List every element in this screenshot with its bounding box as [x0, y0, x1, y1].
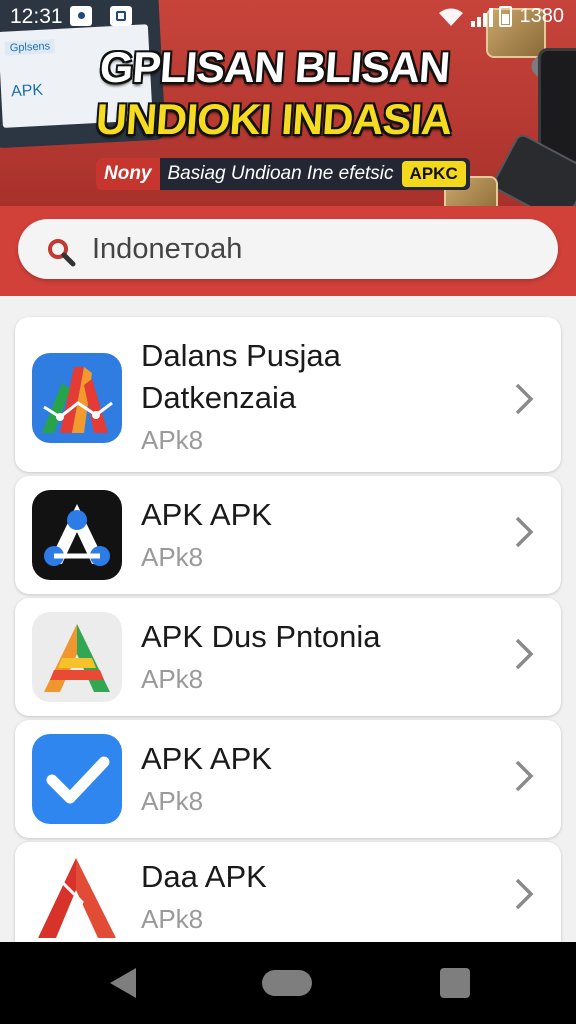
battery-icon — [498, 6, 512, 27]
app-subtitle: APk8 — [141, 425, 204, 455]
app-subtitle: APk8 — [141, 664, 204, 694]
banner-apk-badge: APKC — [401, 161, 466, 187]
list-item[interactable]: Dalans Pusjaa Datkenzaia APk8 — [15, 317, 561, 472]
app-subtitle: APk8 — [141, 542, 204, 572]
banner-title-line1: GPLISAN BLISAN — [98, 44, 451, 92]
battery-text: 1380 — [519, 5, 565, 27]
search-icon — [48, 239, 76, 267]
chevron-right-icon — [515, 638, 534, 670]
notification-icon — [110, 6, 132, 26]
search-input[interactable]: Indoneтoah — [18, 219, 558, 279]
app-icon-a-orange-green — [32, 612, 122, 702]
search-area: Indoneтoah — [0, 206, 576, 296]
chevron-right-icon — [515, 878, 534, 910]
app-title: Dalans Pusjaa — [141, 338, 341, 373]
app-icon-a-black-nodes — [32, 490, 122, 580]
list-item[interactable]: APK APK APk8 — [15, 720, 561, 838]
signal-icon — [470, 7, 493, 27]
home-icon[interactable] — [262, 970, 312, 996]
app-title: APK Dus Pntonia — [141, 619, 381, 654]
navigation-bar — [0, 942, 576, 1024]
laptop-tag: Gplsens — [4, 39, 56, 56]
app-list: Dalans Pusjaa Datkenzaia APk8 APK APK AP… — [0, 296, 576, 942]
status-time: 12:31 — [10, 5, 63, 28]
chevron-right-icon — [515, 516, 534, 548]
banner-title-line2: UNDIOKI INDASIA — [94, 96, 454, 144]
search-query: Indoneтoah — [92, 233, 243, 265]
status-bar: 12:31 1380 — [0, 0, 576, 34]
back-icon[interactable] — [110, 968, 136, 998]
app-icon-a-blue-red — [32, 353, 122, 443]
list-item[interactable]: APK APK APk8 — [15, 476, 561, 594]
app-subtitle: APk8 — [141, 904, 204, 934]
banner-sub-left: Nony — [96, 158, 160, 190]
app-title: APK APK — [141, 741, 272, 776]
app-subtitle: APk8 — [141, 786, 204, 816]
banner-subtitle-bar: Nony Basiag Undioan Ine efetsic APKC — [96, 158, 470, 190]
app-icon-a-red — [32, 852, 122, 942]
chevron-right-icon — [515, 760, 534, 792]
recents-icon[interactable] — [440, 968, 470, 998]
app-title-line2: Datkenzaia — [141, 380, 297, 415]
app-icon-checkmark-blue — [32, 734, 122, 824]
notification-icon — [70, 6, 92, 26]
app-title: Daa APK — [141, 859, 267, 894]
laptop-apk-text: APK — [10, 81, 44, 101]
list-item[interactable]: Daa APK APk8 — [15, 842, 561, 942]
wifi-icon — [438, 8, 463, 26]
chevron-right-icon — [515, 383, 534, 415]
list-item[interactable]: APK Dus Pntonia APk8 — [15, 598, 561, 716]
app-title: APK APK — [141, 497, 272, 532]
banner-sub-text: Basiag Undioan Ine efetsic — [167, 163, 394, 184]
